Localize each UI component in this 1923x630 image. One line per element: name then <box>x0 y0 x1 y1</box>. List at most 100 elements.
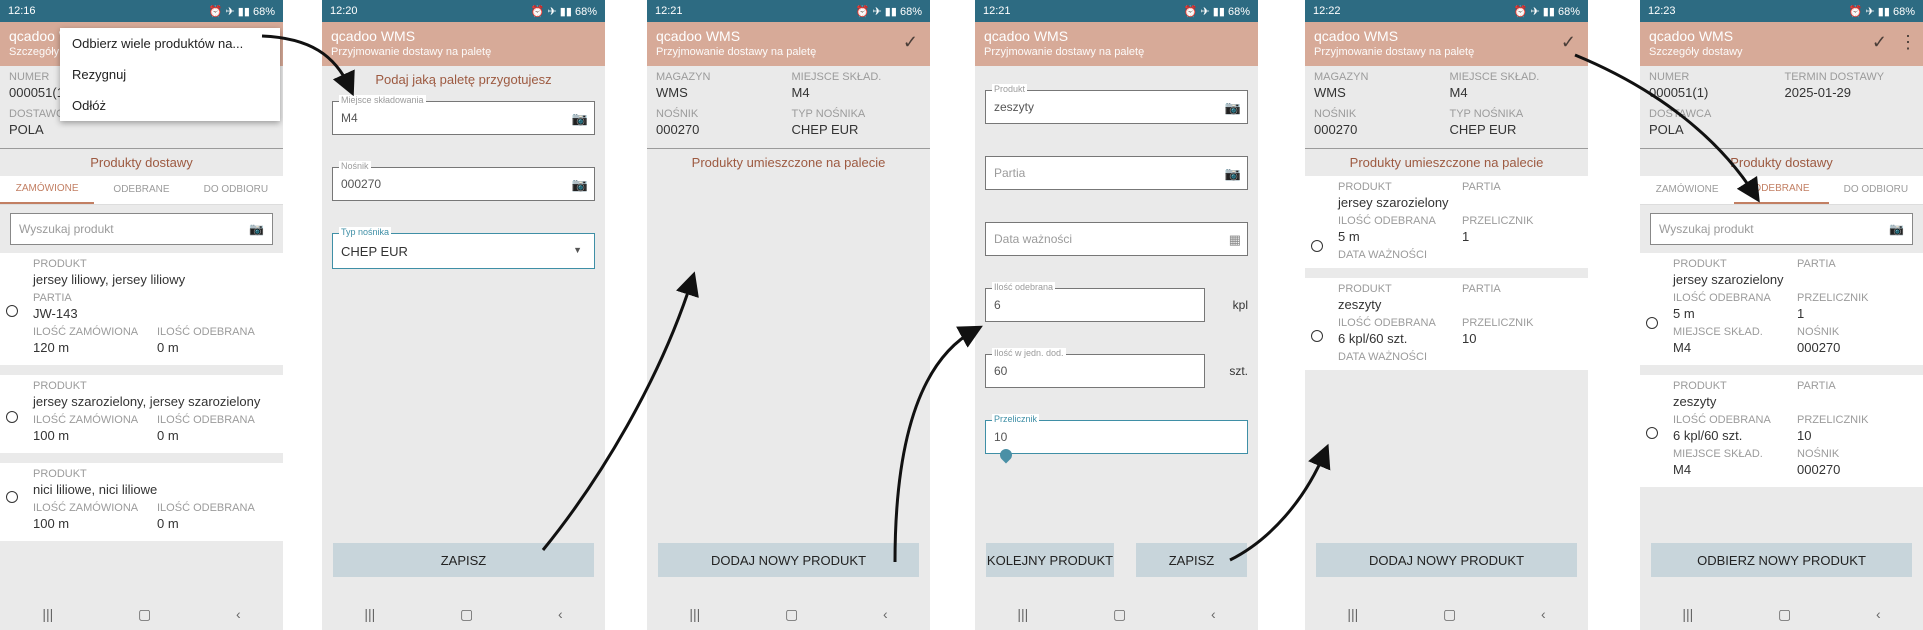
status-bar: 12:21 ⏰ ✈ ▮▮ 68% <box>647 0 930 22</box>
received-qty-field[interactable]: Ilość odebrana 6 <box>985 282 1205 322</box>
tab-received[interactable]: ODEBRANE <box>1734 176 1829 204</box>
conversion-field[interactable]: Przelicznik 10 <box>985 414 1248 464</box>
tab-to-receive[interactable]: DO ODBIORU <box>189 177 283 203</box>
camera-icon[interactable]: 📷 <box>1225 100 1241 116</box>
next-product-button[interactable]: KOLEJNY PRODUKT <box>986 543 1114 577</box>
app-subtitle: Przyjmowanie dostawy na paletę <box>984 46 1145 58</box>
back-icon[interactable]: ‹ <box>236 606 241 622</box>
list-item[interactable]: PRODUKT zeszyty PARTIA ILOŚĆ ODEBRANA 6 kp… <box>1305 278 1588 380</box>
list-item[interactable]: PRODUKT zeszyty PARTIA ILOŚĆ ODEBRANA 6 kp… <box>1640 375 1923 497</box>
add-product-button[interactable]: DODAJ NOWY PRODUKT <box>1316 543 1577 577</box>
radio-button[interactable] <box>6 305 18 317</box>
search-input[interactable]: Wyszukaj produkt 📷 <box>1650 213 1913 245</box>
tab-bar: ZAMÓWIONE ODEBRANE DO ODBIORU <box>0 176 283 205</box>
screen-pallet-products: 12:22 ⏰ ✈ ▮▮ 68% qcadoo WMS Przyjmowanie… <box>1305 0 1588 630</box>
expiry-date-field[interactable]: Data ważności ▦ <box>985 222 1248 256</box>
app-title: qcadoo WMS <box>984 28 1069 44</box>
list-item[interactable]: PRODUKT jersey szarozielony PARTIA ILOŚĆ … <box>1305 176 1588 278</box>
camera-icon[interactable]: 📷 <box>572 177 588 193</box>
received-qty-value: 6 kpl/60 szt. <box>1673 428 1743 443</box>
dropdown-arrow-icon[interactable]: ▼ <box>573 245 582 255</box>
home-icon[interactable]: ▢ <box>785 606 798 623</box>
ordered-qty-label: ILOŚĆ ZAMÓWIONA <box>33 326 139 338</box>
location-value: M4 <box>1449 85 1468 100</box>
camera-icon[interactable]: 📷 <box>572 111 588 127</box>
search-placeholder: Wyszukaj produkt <box>1659 222 1754 236</box>
receive-new-product-button[interactable]: ODBIERZ NOWY PRODUKT <box>1651 543 1912 577</box>
back-icon[interactable]: ‹ <box>883 606 888 622</box>
recent-apps-icon[interactable]: ||| <box>1347 606 1358 622</box>
recent-apps-icon[interactable]: ||| <box>689 606 700 622</box>
radio-button[interactable] <box>1646 427 1658 439</box>
list-item[interactable]: PRODUKT jersey szarozielony, jersey szar… <box>0 375 283 463</box>
product-value: jersey szarozielony <box>1338 195 1449 210</box>
text-cursor-handle[interactable] <box>997 446 1015 464</box>
warehouse-label: MAGAZYN <box>656 71 711 83</box>
app-title: qcadoo WMS <box>331 28 416 44</box>
unit-label: szt. <box>1229 364 1248 378</box>
list-item[interactable]: PRODUKT nici liliowe, nici liliowe ILOŚĆ… <box>0 463 283 551</box>
home-icon[interactable]: ▢ <box>1443 606 1456 623</box>
tab-ordered[interactable]: ZAMÓWIONE <box>0 176 95 204</box>
received-qty-label: ILOŚĆ ODEBRANA <box>157 414 255 426</box>
menu-item-receive-many[interactable]: Odbierz wiele produktów na... <box>60 28 280 59</box>
system-nav-bar: ||| ▢ ‹ <box>1305 598 1588 630</box>
radio-button[interactable] <box>6 411 18 423</box>
product-value: zeszyty <box>1673 394 1717 409</box>
additional-unit-qty-field[interactable]: Ilość w jedn. dod. 60 <box>985 348 1205 388</box>
carrier-type-select[interactable]: Typ nośnika CHEP EUR ▼ <box>332 227 595 269</box>
save-button[interactable]: ZAPISZ <box>1136 543 1247 577</box>
camera-icon[interactable]: 📷 <box>249 222 264 236</box>
storage-location-field[interactable]: Miejsce składowania M4 📷 <box>332 95 595 135</box>
back-icon[interactable]: ‹ <box>1211 606 1216 622</box>
batch-field[interactable]: Partia 📷 <box>985 156 1248 190</box>
app-subtitle: Przyjmowanie dostawy na paletę <box>1314 46 1475 58</box>
received-qty-value: 5 m <box>1673 306 1695 321</box>
list-item[interactable]: PRODUKT jersey liliowy, jersey liliowy P… <box>0 253 283 375</box>
ordered-qty-value: 100 m <box>33 428 70 443</box>
check-icon[interactable]: ✓ <box>903 32 918 53</box>
numer-label: NUMER <box>1649 71 1690 83</box>
field-label: Typ nośnika <box>339 227 392 237</box>
carrier-label: NOŚNIK <box>1314 108 1357 120</box>
conversion-value: 10 <box>1462 331 1477 346</box>
product-field[interactable]: Produkt zeszyty 📷 <box>985 84 1248 124</box>
radio-button[interactable] <box>1311 240 1323 252</box>
overflow-menu: Odbierz wiele produktów na... Rezygnuj O… <box>60 28 280 121</box>
home-icon[interactable]: ▢ <box>1778 606 1791 623</box>
back-icon[interactable]: ‹ <box>1541 606 1546 622</box>
conversion-label: PRZELICZNIK <box>1462 317 1534 329</box>
ordered-qty-value: 100 m <box>33 516 70 531</box>
tab-received[interactable]: ODEBRANE <box>94 177 188 203</box>
radio-button[interactable] <box>6 491 18 503</box>
recent-apps-icon[interactable]: ||| <box>1017 606 1028 622</box>
menu-item-cancel[interactable]: Rezygnuj <box>60 59 280 90</box>
location-value: M4 <box>1673 340 1692 355</box>
conversion-label: PRZELICZNIK <box>1797 414 1869 426</box>
search-input[interactable]: Wyszukaj produkt 📷 <box>10 213 273 245</box>
add-product-button[interactable]: DODAJ NOWY PRODUKT <box>658 543 919 577</box>
camera-icon[interactable]: 📷 <box>1889 222 1904 236</box>
carrier-value: 000270 <box>1797 340 1841 355</box>
home-icon[interactable]: ▢ <box>460 606 473 623</box>
recent-apps-icon[interactable]: ||| <box>364 606 375 622</box>
check-icon[interactable]: ✓ <box>1872 32 1887 53</box>
calendar-icon[interactable]: ▦ <box>1229 232 1241 248</box>
tab-to-receive[interactable]: DO ODBIORU <box>1829 177 1923 203</box>
list-item[interactable]: PRODUKT jersey szarozielony PARTIA ILOŚĆ … <box>1640 253 1923 375</box>
save-button[interactable]: ZAPISZ <box>333 543 594 577</box>
back-icon[interactable]: ‹ <box>558 606 563 622</box>
carrier-field[interactable]: Nośnik 000270 📷 <box>332 161 595 201</box>
tab-ordered[interactable]: ZAMÓWIONE <box>1640 177 1734 203</box>
home-icon[interactable]: ▢ <box>1113 606 1126 623</box>
recent-apps-icon[interactable]: ||| <box>42 606 53 622</box>
back-icon[interactable]: ‹ <box>1876 606 1881 622</box>
recent-apps-icon[interactable]: ||| <box>1682 606 1693 622</box>
menu-item-postpone[interactable]: Odłóż <box>60 90 280 121</box>
home-icon[interactable]: ▢ <box>138 606 151 623</box>
camera-icon[interactable]: 📷 <box>1225 166 1241 182</box>
radio-button[interactable] <box>1646 317 1658 329</box>
more-options-icon[interactable]: ⋮ <box>1899 32 1917 53</box>
check-icon[interactable]: ✓ <box>1561 32 1576 53</box>
radio-button[interactable] <box>1311 330 1323 342</box>
